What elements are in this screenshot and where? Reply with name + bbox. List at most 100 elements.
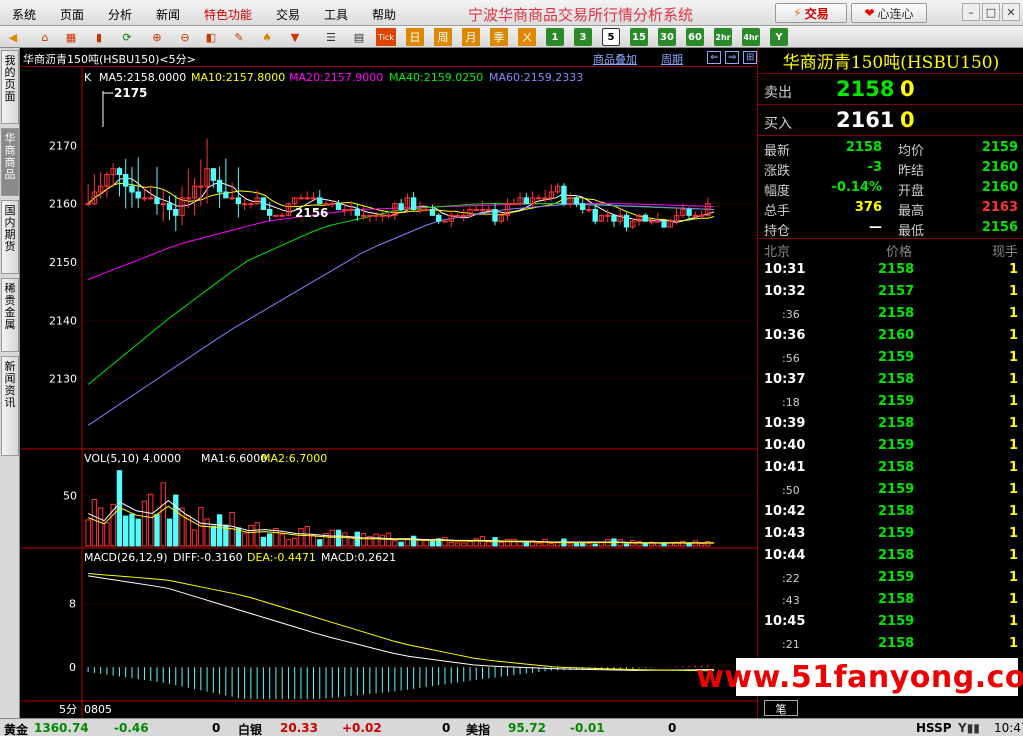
period-3[interactable]: 3 (574, 28, 592, 46)
back-icon[interactable]: ◀ (4, 28, 22, 46)
period-4hr[interactable]: 4hr (742, 28, 760, 46)
tick-row: :21 2158 1 (758, 633, 1023, 655)
tick-time: 10:40 (764, 438, 806, 453)
refresh-icon[interactable]: ⟳ (118, 28, 136, 46)
candle-body (511, 203, 517, 206)
candle-body (561, 185, 567, 205)
menu-help[interactable]: 帮助 (372, 6, 396, 23)
trade-button[interactable]: ⚡ 交易 (775, 3, 847, 23)
menu-tools[interactable]: 工具 (324, 6, 348, 23)
close-icon[interactable]: ✕ (1002, 3, 1020, 21)
menu-trade[interactable]: 交易 (276, 6, 300, 23)
candle-body (692, 214, 699, 217)
period-5[interactable]: 5 (602, 28, 620, 46)
prev-icon[interactable]: ⇐ (707, 51, 722, 64)
kline-icon[interactable]: ▮ (90, 28, 108, 46)
stat-label: 持仓 (764, 224, 791, 239)
symbol-title: 华商沥青150吨(HSBU150) (758, 48, 1023, 74)
period-2hr[interactable]: 2hr (714, 28, 732, 46)
ma40-label: MA40:2159.0250 (389, 71, 483, 84)
overlay-link[interactable]: 商品叠加 (593, 51, 637, 67)
period-15[interactable]: 15 (630, 28, 648, 46)
grid-icon[interactable]: ▤ (350, 28, 368, 46)
tick-price: 2158 (878, 262, 915, 277)
tick-time: :56 (782, 352, 800, 365)
candle-body (461, 214, 467, 217)
heart-button[interactable]: ❤ 心连心 (851, 3, 927, 23)
period-y[interactable]: Y (770, 28, 788, 46)
tick-price: 2158 (878, 372, 915, 387)
filter-icon[interactable]: ▼ (286, 28, 304, 46)
stat-row: 持仓 — 最低 2156 (758, 218, 1023, 239)
candle-body (473, 209, 479, 211)
home-icon[interactable]: ⌂ (36, 28, 54, 46)
tick-price: 2160 (878, 328, 915, 343)
volume-bar (266, 533, 273, 547)
chart-view-icon[interactable]: ▦ (62, 28, 80, 46)
candle-body (492, 209, 498, 222)
next-icon[interactable]: ⇒ (725, 51, 740, 64)
tab-news[interactable]: 新闻资讯 (1, 356, 19, 456)
pencil-icon[interactable]: ✎ (230, 28, 248, 46)
week-icon[interactable]: 周 (434, 28, 452, 46)
candle-body (486, 209, 492, 211)
menu-features[interactable]: 特色功能 (204, 6, 252, 23)
dea-label: DEA:-0.4471 (247, 551, 316, 564)
menu-news[interactable]: 新闻 (156, 6, 180, 23)
year-icon[interactable]: ㄨ (518, 28, 536, 46)
candle-body (135, 191, 141, 199)
menu-page[interactable]: 页面 (60, 6, 84, 23)
stat-label: 幅度 (764, 184, 791, 199)
ticks-header: 北京 价格 现手 (758, 238, 1023, 260)
bi-tab[interactable]: 笔 (764, 700, 798, 716)
k-label: K (84, 71, 92, 84)
volume-bar (260, 536, 267, 547)
volume-bar (166, 518, 173, 547)
tab-domestic-futures[interactable]: 国内期货 (1, 200, 19, 274)
stat-value: 2160 (981, 160, 1018, 175)
candle-body (198, 185, 204, 188)
menu-analysis[interactable]: 分析 (108, 6, 132, 23)
tick-time: 10:41 (764, 460, 806, 475)
high-marker: 2175 (114, 86, 147, 100)
price-tick-label: 2140 (49, 314, 77, 327)
tab-precious-metals[interactable]: 稀贵金属 (1, 278, 19, 352)
period-30[interactable]: 30 (658, 28, 676, 46)
candle-body (410, 197, 417, 210)
watermark-banner: www.51fanyong.com (696, 658, 1023, 696)
stat-value: 2156 (981, 220, 1018, 235)
candle-body (611, 214, 617, 222)
period-60[interactable]: 60 (686, 28, 704, 46)
period-link[interactable]: 周期 (661, 51, 683, 67)
brush-icon[interactable]: ♠ (258, 28, 276, 46)
volume-bar (135, 518, 141, 547)
candle-body (260, 197, 267, 210)
tick-button[interactable]: Tick (376, 28, 396, 46)
price-tick-label: 2150 (49, 256, 77, 269)
zoom-in-icon[interactable]: ⊕ (148, 28, 166, 46)
list-icon[interactable]: ☰ (322, 28, 340, 46)
tab-huashang-goods[interactable]: 华商商品 (1, 128, 19, 196)
period-1[interactable]: 1 (546, 28, 564, 46)
tick-price: 2159 (878, 350, 915, 365)
month-icon[interactable]: 月 (462, 28, 480, 46)
ticks-header-vol: 现手 (991, 245, 1018, 260)
usd-volume: 0 (668, 721, 677, 735)
volume-bar (354, 531, 361, 547)
window-icon[interactable]: ◧ (202, 28, 220, 46)
tab-my-page[interactable]: 我的页面 (1, 50, 19, 124)
tick-row: 10:40 2159 1 (758, 435, 1023, 457)
stat-label: 涨跌 (764, 164, 791, 179)
candle-body (423, 209, 429, 211)
season-icon[interactable]: 季 (490, 28, 508, 46)
fullscreen-icon[interactable]: ⊞ (743, 51, 758, 64)
maximize-icon[interactable]: □ (982, 3, 1000, 21)
minimize-icon[interactable]: – (962, 3, 980, 21)
menu-system[interactable]: 系统 (12, 6, 36, 23)
zoom-out-icon[interactable]: ⊖ (176, 28, 194, 46)
day-icon[interactable]: 日 (406, 28, 424, 46)
sell-label: 卖出 (764, 85, 792, 101)
tick-volume: 1 (1008, 548, 1018, 563)
kline-chart[interactable]: 2130 2140 2150 2160 2170 50 0 8 K MA5:2158.0000… (21, 67, 757, 718)
candle-body (398, 203, 404, 211)
